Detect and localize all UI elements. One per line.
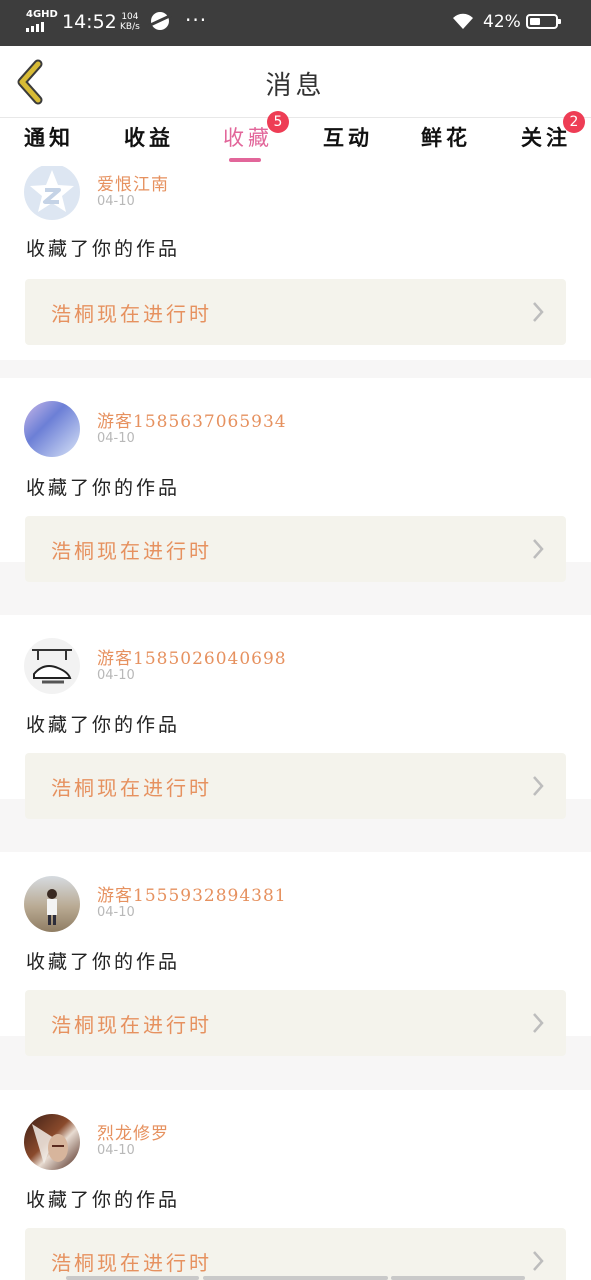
signal-icon: 4GHD xyxy=(26,10,58,32)
work-title: 浩桐现在进行时 xyxy=(51,1251,212,1275)
network-type: 4GHD xyxy=(26,9,58,20)
message-card: 游客1585026040698 04-10 收藏了你的作品 浩桐现在进行时 xyxy=(0,615,591,819)
network-speed-unit: KB/s xyxy=(120,22,140,32)
message-date: 04-10 xyxy=(97,1143,135,1158)
work-title: 浩桐现在进行时 xyxy=(51,539,212,563)
battery-icon xyxy=(526,14,561,29)
message-card: 爱恨江南 04-10 收藏了你的作品 浩桐现在进行时 xyxy=(0,166,591,360)
network-speed: 104 KB/s xyxy=(120,12,140,32)
message-date: 04-10 xyxy=(97,194,135,209)
clock: 14:52 xyxy=(62,11,117,33)
work-link[interactable]: 浩桐现在进行时 xyxy=(25,990,566,1056)
network-speed-value: 104 xyxy=(121,12,139,22)
avatar[interactable] xyxy=(24,638,80,694)
tab-flowers[interactable]: 鲜花 xyxy=(421,124,471,152)
tab-earnings[interactable]: 收益 xyxy=(124,124,174,152)
message-date: 04-10 xyxy=(97,905,135,920)
warrior-avatar-image xyxy=(32,1124,68,1164)
active-tab-indicator xyxy=(229,158,261,162)
message-card: 烈龙修罗 04-10 收藏了你的作品 浩桐现在进行时 xyxy=(0,1090,591,1280)
wifi-icon xyxy=(453,13,473,29)
more-notifications: ··· xyxy=(185,8,208,32)
work-link[interactable]: 浩桐现在进行时 xyxy=(25,753,566,819)
message-card: 游客1555932894381 04-10 收藏了你的作品 浩桐现在进行时 xyxy=(0,852,591,1056)
message-date: 04-10 xyxy=(97,431,135,446)
work-link[interactable]: 浩桐现在进行时 xyxy=(25,1228,566,1280)
tab-follows-badge: 2 xyxy=(563,111,585,133)
tab-follows[interactable]: 关注 xyxy=(521,124,571,152)
bottom-scroll-indicator xyxy=(391,1276,525,1280)
browser-icon xyxy=(151,12,169,30)
chevron-right-icon xyxy=(533,1013,544,1033)
star-avatar-image xyxy=(30,170,74,212)
tab-favorites-badge: 5 xyxy=(267,111,289,133)
avatar[interactable] xyxy=(24,166,80,220)
chevron-right-icon xyxy=(533,1251,544,1271)
message-text: 收藏了你的作品 xyxy=(26,1189,181,1211)
username[interactable]: 游客1585026040698 xyxy=(97,644,287,669)
message-text: 收藏了你的作品 xyxy=(26,951,181,973)
username[interactable]: 游客1555932894381 xyxy=(97,881,287,906)
tab-favorites[interactable]: 收藏 xyxy=(223,124,273,152)
work-title: 浩桐现在进行时 xyxy=(51,302,212,326)
message-date: 04-10 xyxy=(97,668,135,683)
work-title: 浩桐现在进行时 xyxy=(51,776,212,800)
avatar[interactable] xyxy=(24,1114,80,1170)
message-card: 游客1585637065934 04-10 收藏了你的作品 浩桐现在进行时 xyxy=(0,378,591,582)
message-text: 收藏了你的作品 xyxy=(26,477,181,499)
tab-notifications[interactable]: 通知 xyxy=(24,124,74,152)
work-title: 浩桐现在进行时 xyxy=(51,1013,212,1037)
message-text: 收藏了你的作品 xyxy=(26,714,181,736)
page-title: 消息 xyxy=(265,71,326,101)
chevron-right-icon xyxy=(533,302,544,322)
work-link[interactable]: 浩桐现在进行时 xyxy=(25,279,566,345)
username[interactable]: 游客1585637065934 xyxy=(97,407,287,432)
sketch-avatar-image xyxy=(32,649,72,684)
username[interactable]: 烈龙修罗 xyxy=(97,1119,169,1144)
battery-percent: 42% xyxy=(483,12,521,32)
chevron-right-icon xyxy=(533,539,544,559)
chevron-right-icon xyxy=(533,776,544,796)
avatar[interactable] xyxy=(24,876,80,932)
status-bar: 4GHD 14:52 104 KB/s ··· 42% xyxy=(0,0,591,46)
tab-bar: 通知 收益 收藏 5 互动 鲜花 关注 2 xyxy=(0,111,591,166)
username[interactable]: 爱恨江南 xyxy=(97,170,169,195)
person-avatar-image xyxy=(47,889,57,925)
avatar[interactable] xyxy=(24,401,80,457)
message-text: 收藏了你的作品 xyxy=(26,238,181,260)
work-link[interactable]: 浩桐现在进行时 xyxy=(25,516,566,582)
bottom-scroll-indicator xyxy=(66,1276,199,1280)
tab-interactions[interactable]: 互动 xyxy=(323,124,373,152)
bottom-scroll-indicator xyxy=(203,1276,388,1280)
message-list[interactable]: 爱恨江南 04-10 收藏了你的作品 浩桐现在进行时 游客15856370659… xyxy=(0,166,591,1280)
header: 消息 xyxy=(0,46,591,118)
